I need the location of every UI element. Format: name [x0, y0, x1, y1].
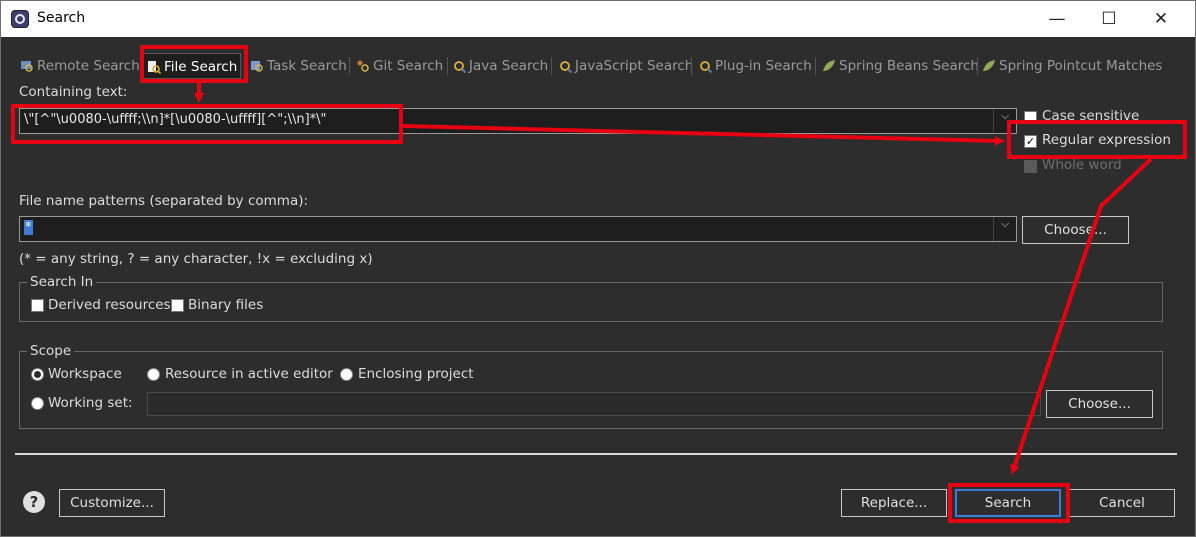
search-dialog: Search — ☐ ✕ Remote Search File Search T…	[0, 0, 1196, 537]
annotation-arrows	[194, 83, 1153, 475]
arrow-regex-to-search	[1010, 157, 1153, 475]
arrow-text-to-regex	[402, 124, 1005, 146]
